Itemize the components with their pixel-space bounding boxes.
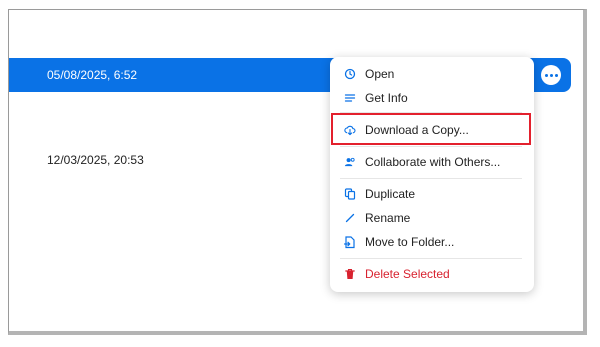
menu-item-label: Rename — [365, 211, 411, 225]
file-date: 05/08/2025, 6:52 — [47, 68, 138, 82]
highlight-box — [331, 113, 531, 145]
menu-item-label: Move to Folder... — [365, 235, 455, 249]
menu-separator — [340, 258, 522, 259]
context-menu: Open Get Info Download a Copy... Collabo… — [330, 57, 534, 292]
menu-item-label: Duplicate — [365, 187, 416, 201]
menu-separator — [340, 146, 522, 147]
more-options-button[interactable] — [541, 65, 561, 85]
duplicate-icon — [344, 188, 356, 200]
ellipsis-icon — [544, 73, 548, 77]
menu-item-collaborate[interactable]: Collaborate with Others... — [330, 151, 534, 173]
menu-item-rename[interactable]: Rename — [330, 207, 534, 229]
menu-item-label: Get Info — [365, 91, 408, 105]
menu-item-label: Collaborate with Others... — [365, 155, 501, 169]
menu-item-open[interactable]: Open — [330, 63, 534, 85]
menu-item-move-to-folder[interactable]: Move to Folder... — [330, 231, 534, 253]
lines-icon — [344, 92, 356, 104]
menu-item-get-info[interactable]: Get Info — [330, 87, 534, 109]
trash-icon — [344, 268, 356, 280]
folder-move-icon — [344, 235, 356, 248]
menu-separator — [340, 178, 522, 179]
menu-item-delete-selected[interactable]: Delete Selected — [330, 263, 534, 285]
people-icon — [344, 156, 356, 168]
menu-item-label: Open — [365, 67, 395, 81]
menu-item-label: Delete Selected — [365, 267, 450, 281]
file-date: 12/03/2025, 20:53 — [47, 153, 144, 167]
clock-icon — [344, 68, 356, 80]
pencil-icon — [344, 212, 356, 224]
menu-item-duplicate[interactable]: Duplicate — [330, 183, 534, 205]
